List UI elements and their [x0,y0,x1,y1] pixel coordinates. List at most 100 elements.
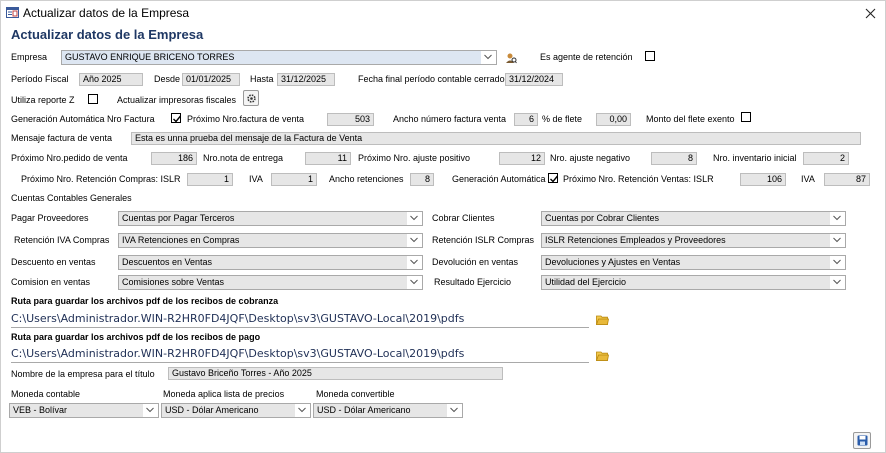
ruta-cobranza-field[interactable]: C:\Users\Administrador.WIN-R2HR0FD4JQF\D… [11,312,589,328]
agente-retencion-label: Es agente de retención [540,52,633,62]
devolucion-ventas-value: Devoluciones y Ajustes en Ventas [545,257,681,267]
descuento-ventas-value: Descuentos en Ventas [122,257,213,267]
fecha-final-label: Fecha final período contable cerrado [358,74,505,84]
chevron-down-icon[interactable] [407,234,422,247]
pedido-field[interactable]: 186 [151,152,197,165]
resultado-ejercicio-label: Resultado Ejercicio [434,277,512,287]
chevron-down-icon[interactable] [830,276,845,289]
ret-compras-islr-label: Próximo Nro. Retención Compras: ISLR [21,174,181,184]
ancho-retenciones-label: Ancho retenciones [329,174,404,184]
folder-icon[interactable] [595,349,609,361]
gen-auto-ret-label: Generación Automática [452,174,546,184]
ruta-cobranza-label: Ruta para guardar los archivos pdf de lo… [11,296,279,306]
ajuste-negativo-label: Nro. ajuste negativo [550,153,631,163]
chevron-down-icon[interactable] [407,256,422,269]
retencion-iva-select[interactable]: IVA Retenciones en Compras [118,233,423,248]
cobrar-clientes-label: Cobrar Clientes [432,213,495,223]
pct-flete-field[interactable]: 0,00 [596,113,631,126]
inventario-inicial-label: Nro. inventario inicial [713,153,797,163]
empresa-value: GUSTAVO ENRIQUE BRICENO TORRES [65,52,235,62]
pct-flete-label: % de flete [542,114,583,124]
retencion-iva-label: Retención IVA Compras [14,235,110,245]
moneda-contable-value: VEB - Bolívar [13,405,68,415]
proximo-factura-label: Próximo Nro.factura de venta [187,114,305,124]
form-icon [6,7,19,18]
comision-ventas-label: Comision en ventas [11,277,91,287]
ancho-factura-field[interactable]: 6 [514,113,538,126]
search-person-icon[interactable] [504,50,518,65]
gear-icon[interactable] [243,90,259,106]
pagar-proveedores-select[interactable]: Cuentas por Pagar Terceros [118,211,423,226]
gen-auto-factura-checkbox[interactable] [171,113,182,123]
save-icon[interactable] [853,432,871,449]
window-title: Actualizar datos de la Empresa [23,6,190,20]
chevron-down-icon[interactable] [407,276,422,289]
ajuste-positivo-field[interactable]: 12 [499,152,545,165]
cobrar-clientes-select[interactable]: Cuentas por Cobrar Clientes [541,211,846,226]
moneda-convertible-label: Moneda convertible [316,389,395,399]
resultado-ejercicio-select[interactable]: Utilidad del Ejercicio [541,275,846,290]
ancho-factura-label: Ancho número factura venta [393,114,507,124]
ret-ventas-iva-label: IVA [801,174,815,184]
ret-compras-islr-field[interactable]: 1 [187,173,233,186]
descuento-ventas-label: Descuento en ventas [11,257,96,267]
chevron-down-icon[interactable] [295,404,310,417]
agente-retencion-checkbox[interactable] [645,51,655,61]
close-icon[interactable] [865,8,876,19]
ret-ventas-iva-field[interactable]: 87 [824,173,870,186]
moneda-lista-select[interactable]: USD - Dólar Americano [161,403,311,418]
comision-ventas-select[interactable]: Comisiones sobre Ventas [118,275,423,290]
flete-exento-checkbox[interactable] [741,112,751,122]
ajuste-negativo-field[interactable]: 8 [651,152,697,165]
proximo-factura-field[interactable]: 503 [327,113,374,126]
impresoras-label: Actualizar impresoras fiscales [117,95,237,105]
devolucion-ventas-select[interactable]: Devoluciones y Ajustes en Ventas [541,255,846,270]
folder-icon[interactable] [595,313,609,325]
dialog-window: Actualizar datos de la Empresa Actualiza… [0,0,886,453]
chevron-down-icon[interactable] [830,212,845,225]
desde-field[interactable]: 01/01/2025 [182,73,240,86]
cuentas-title: Cuentas Contables Generales [11,193,132,203]
reporte-z-checkbox[interactable] [88,94,98,104]
retencion-islr-select[interactable]: ISLR Retenciones Empleados y Proveedores [541,233,846,248]
reporte-z-label: Utiliza reporte Z [11,95,75,105]
empresa-label: Empresa [11,52,48,62]
retencion-iva-value: IVA Retenciones en Compras [122,235,240,245]
ret-compras-iva-field[interactable]: 1 [271,173,317,186]
comision-ventas-value: Comisiones sobre Ventas [122,277,225,287]
ret-ventas-islr-field[interactable]: 106 [740,173,786,186]
retencion-islr-value: ISLR Retenciones Empleados y Proveedores [545,235,726,245]
devolucion-ventas-label: Devolución en ventas [432,257,519,267]
checkmark-icon [173,115,182,123]
checkmark-icon [550,175,559,183]
chevron-down-icon[interactable] [830,256,845,269]
chevron-down-icon[interactable] [447,404,462,417]
hasta-field[interactable]: 31/12/2025 [277,73,335,86]
periodo-fiscal-field[interactable]: Año 2025 [79,73,143,86]
ancho-retenciones-field[interactable]: 8 [410,173,434,186]
ruta-pago-label: Ruta para guardar los archivos pdf de lo… [11,332,261,342]
ruta-pago-field[interactable]: C:\Users\Administrador.WIN-R2HR0FD4JQF\D… [11,347,589,363]
inventario-inicial-field[interactable]: 2 [803,152,849,165]
hasta-label: Hasta [250,74,274,84]
periodo-fiscal-label: Período Fiscal [11,74,69,84]
fecha-final-field[interactable]: 31/12/2024 [505,73,563,86]
chevron-down-icon[interactable] [830,234,845,247]
nota-entrega-field[interactable]: 11 [305,152,351,165]
empresa-select[interactable]: GUSTAVO ENRIQUE BRICENO TORRES [61,50,497,65]
descuento-ventas-select[interactable]: Descuentos en Ventas [118,255,423,270]
cobrar-clientes-value: Cuentas por Cobrar Clientes [545,213,660,223]
gen-auto-ret-checkbox[interactable] [548,173,559,183]
pagar-proveedores-label: Pagar Proveedores [11,213,89,223]
chevron-down-icon[interactable] [143,404,158,417]
chevron-down-icon[interactable] [481,51,496,64]
moneda-convertible-value: USD - Dólar Americano [317,405,411,415]
moneda-convertible-select[interactable]: USD - Dólar Americano [313,403,463,418]
chevron-down-icon[interactable] [407,212,422,225]
moneda-contable-select[interactable]: VEB - Bolívar [9,403,159,418]
resultado-ejercicio-value: Utilidad del Ejercicio [545,277,627,287]
nombre-titulo-field[interactable]: Gustavo Briceño Torres - Año 2025 [168,367,503,380]
moneda-contable-label: Moneda contable [11,389,81,399]
moneda-lista-value: USD - Dólar Americano [165,405,259,415]
mensaje-field[interactable]: Esta es unna prueba del mensaje de la Fa… [131,132,861,145]
